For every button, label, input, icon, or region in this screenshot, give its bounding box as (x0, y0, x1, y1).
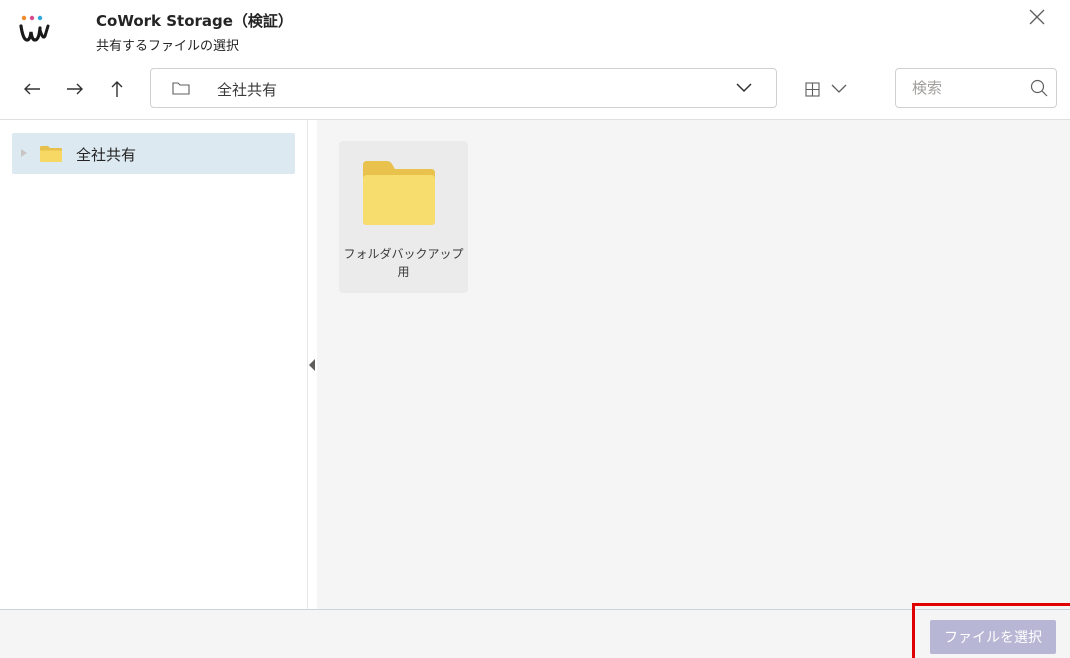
search-icon[interactable] (1030, 79, 1048, 97)
folder-tree: 全社共有 (0, 120, 308, 609)
search-input[interactable] (912, 77, 1012, 99)
select-file-button[interactable]: ファイルを選択 (930, 620, 1056, 654)
current-path: 全社共有 (217, 81, 278, 99)
file-list-pane: フォルダバックアップ用 (317, 120, 1070, 609)
folder-tile[interactable]: フォルダバックアップ用 (339, 141, 468, 293)
close-button[interactable] (1020, 2, 1054, 32)
chevron-down-icon[interactable] (735, 82, 753, 94)
folder-icon (363, 161, 435, 225)
sidebar-collapse-handle[interactable] (308, 337, 317, 394)
folder-outline-icon (172, 82, 190, 95)
folder-icon (40, 146, 62, 162)
cowork-logo (18, 10, 66, 50)
file-picker-dialog: CoWork Storage（検証） 共有するファイルの選択 全社共有 検索 全… (0, 0, 1070, 658)
dialog-subtitle: 共有するファイルの選択 (96, 39, 240, 54)
view-mode-button[interactable] (805, 75, 867, 103)
caret-left-icon (309, 359, 315, 371)
arrow-left-icon (24, 83, 40, 95)
search-box (895, 68, 1057, 108)
up-button[interactable] (103, 75, 131, 103)
dialog-header: CoWork Storage（検証） 共有するファイルの選択 (0, 0, 1070, 60)
arrow-up-icon (111, 81, 123, 97)
close-icon (1029, 9, 1045, 25)
grid-view-icon (805, 81, 820, 97)
chevron-down-icon (831, 84, 847, 93)
back-button[interactable] (18, 75, 46, 103)
folder-tile-label: フォルダバックアップ用 (343, 247, 464, 279)
caret-right-icon[interactable] (20, 148, 28, 158)
path-selector[interactable]: 全社共有 (150, 68, 777, 108)
tree-item-company-shared[interactable]: 全社共有 (12, 133, 295, 174)
forward-button[interactable] (61, 75, 89, 103)
dialog-footer (0, 609, 1070, 658)
tree-item-label: 全社共有 (76, 146, 137, 164)
navigation-toolbar: 全社共有 (0, 60, 1070, 120)
app-title: CoWork Storage（検証） (96, 12, 293, 30)
arrow-right-icon (67, 83, 83, 95)
